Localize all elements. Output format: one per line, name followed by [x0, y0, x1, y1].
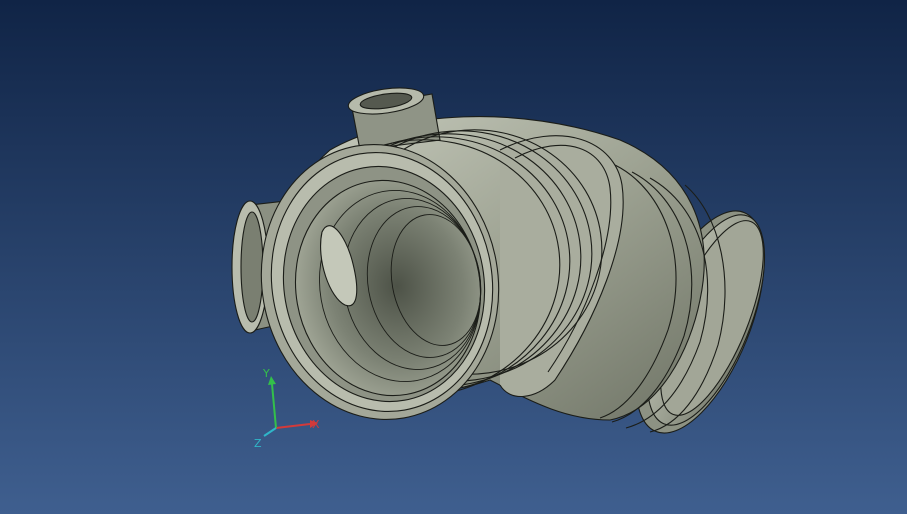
- y-axis-line: [271, 383, 277, 429]
- pipe-elbow-model[interactable]: [231, 84, 791, 450]
- z-axis-label: Z: [254, 437, 262, 450]
- x-axis-line: [275, 423, 311, 429]
- y-axis-label: Y: [262, 367, 270, 380]
- x-axis-label: X: [312, 418, 320, 431]
- model-scene[interactable]: X Y Z: [0, 0, 907, 514]
- 3d-viewport[interactable]: X Y Z: [0, 0, 907, 514]
- z-axis-line: [263, 427, 277, 437]
